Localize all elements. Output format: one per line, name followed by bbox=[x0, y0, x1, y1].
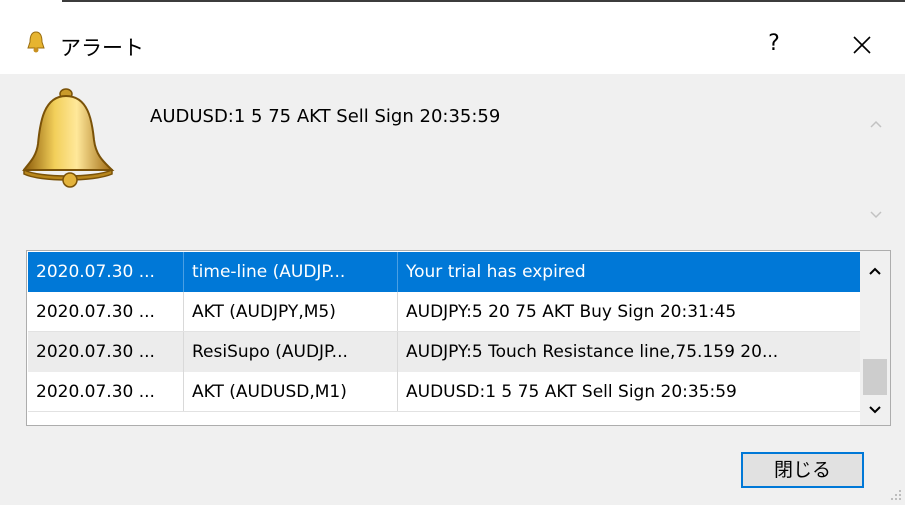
list-row[interactable]: 2020.07.30 ... AKT (AUDJPY,M5) AUDJPY:5 … bbox=[28, 292, 860, 332]
time-cell: 2020.07.30 ... bbox=[28, 372, 184, 412]
message-cell: AUDJPY:5 20 75 AKT Buy Sign 20:31:45 bbox=[406, 302, 737, 322]
source-cell: AKT (AUDJPY,M5) bbox=[184, 292, 398, 332]
message-cell: AUDJPY:5 Touch Resistance line,75.159 20… bbox=[406, 342, 779, 362]
chevron-down-icon[interactable] bbox=[866, 204, 886, 224]
title-bar[interactable]: アラート ? bbox=[0, 4, 905, 74]
alert-message: AUDUSD:1 5 75 AKT Sell Sign 20:35:59 bbox=[150, 106, 501, 127]
bell-icon bbox=[27, 31, 45, 53]
source-cell: AKT (AUDUSD,M1) bbox=[184, 372, 398, 412]
list-row[interactable]: 2020.07.30 ... time-line (AUDJP... Your … bbox=[28, 252, 860, 292]
source-cell: time-line (AUDJP... bbox=[184, 252, 398, 292]
list-row[interactable]: 2020.07.30 ... ResiSupo (AUDJP... AUDJPY… bbox=[28, 332, 860, 372]
alert-dialog: アラート ? AUDUSD:1 5 75 AKT Sell Sign 20:35… bbox=[0, 0, 905, 505]
list-row[interactable]: 2020.07.30 ... AKT (AUDUSD,M1) AUDUSD:1 … bbox=[28, 372, 860, 412]
chevron-up-icon[interactable] bbox=[865, 261, 885, 281]
message-cell: AUDUSD:1 5 75 AKT Sell Sign 20:35:59 bbox=[406, 382, 737, 402]
window-title: アラート bbox=[60, 36, 144, 60]
chevron-down-icon[interactable] bbox=[865, 399, 885, 419]
alert-history-list[interactable]: 2020.07.30 ... time-line (AUDJP... Your … bbox=[26, 250, 891, 426]
chevron-up-icon[interactable] bbox=[866, 114, 886, 134]
list-scrollbar[interactable] bbox=[860, 251, 890, 425]
time-cell: 2020.07.30 ... bbox=[28, 332, 184, 372]
source-cell: ResiSupo (AUDJP... bbox=[184, 332, 398, 372]
message-cell: Your trial has expired bbox=[406, 262, 586, 282]
scrollbar-thumb[interactable] bbox=[863, 359, 887, 395]
window-close-button[interactable] bbox=[834, 18, 890, 70]
time-cell: 2020.07.30 ... bbox=[28, 292, 184, 332]
help-button[interactable]: ? bbox=[748, 18, 800, 70]
close-icon bbox=[853, 35, 871, 54]
resize-grip-icon[interactable] bbox=[885, 486, 903, 504]
message-scrollbar[interactable] bbox=[862, 100, 890, 236]
time-cell: 2020.07.30 ... bbox=[28, 252, 184, 292]
bell-icon bbox=[22, 88, 115, 188]
close-button[interactable]: 閉じる bbox=[741, 452, 864, 488]
